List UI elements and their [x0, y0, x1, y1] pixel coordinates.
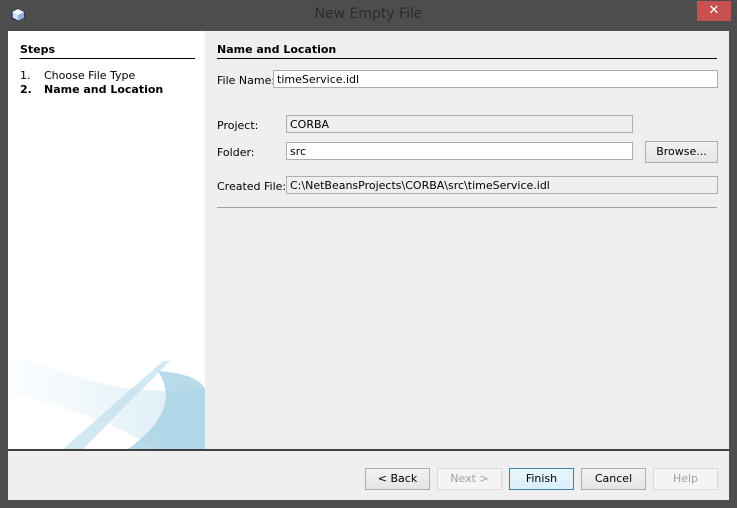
help-button[interactable]: Help: [653, 468, 718, 490]
project-field: CORBA: [286, 115, 633, 133]
cancel-button[interactable]: Cancel: [581, 468, 646, 490]
form-separator: [217, 207, 717, 208]
name-and-location-panel: Name and Location File Name: timeService…: [205, 31, 729, 449]
file-name-label: File Name:: [217, 74, 276, 87]
step-number: 1.: [20, 69, 31, 82]
close-icon: ✕: [708, 3, 720, 18]
close-button[interactable]: ✕: [697, 1, 731, 21]
step-number: 2.: [20, 83, 32, 96]
finish-button[interactable]: Finish: [509, 468, 574, 490]
step-label: Name and Location: [44, 83, 164, 96]
step-choose-file-type: 1. Choose File Type: [20, 69, 135, 82]
file-name-input[interactable]: timeService.idl: [273, 70, 718, 88]
steps-heading: Steps: [20, 43, 195, 59]
decorative-swoosh-graphic: [10, 359, 205, 449]
project-label: Project:: [217, 119, 259, 132]
folder-input[interactable]: src: [286, 142, 633, 160]
browse-button[interactable]: Browse...: [645, 141, 718, 163]
step-name-and-location: 2. Name and Location: [20, 83, 163, 96]
button-bar-separator: [8, 449, 729, 451]
steps-panel: Steps 1. Choose File Type 2. Name and Loca…: [8, 31, 205, 449]
dialog-client: Steps 1. Choose File Type 2. Name and Loca…: [8, 31, 729, 500]
created-file-field: C:\NetBeansProjects\CORBA\src\timeServic…: [286, 176, 718, 194]
window-title: New Empty File: [314, 6, 423, 22]
section-heading: Name and Location: [217, 43, 717, 59]
back-button[interactable]: < Back: [365, 468, 430, 490]
folder-label: Folder:: [217, 146, 255, 159]
step-label: Choose File Type: [44, 69, 136, 82]
next-button[interactable]: Next >: [437, 468, 502, 490]
title-bar: New Empty File ✕: [0, 0, 737, 30]
created-file-label: Created File:: [217, 180, 287, 193]
